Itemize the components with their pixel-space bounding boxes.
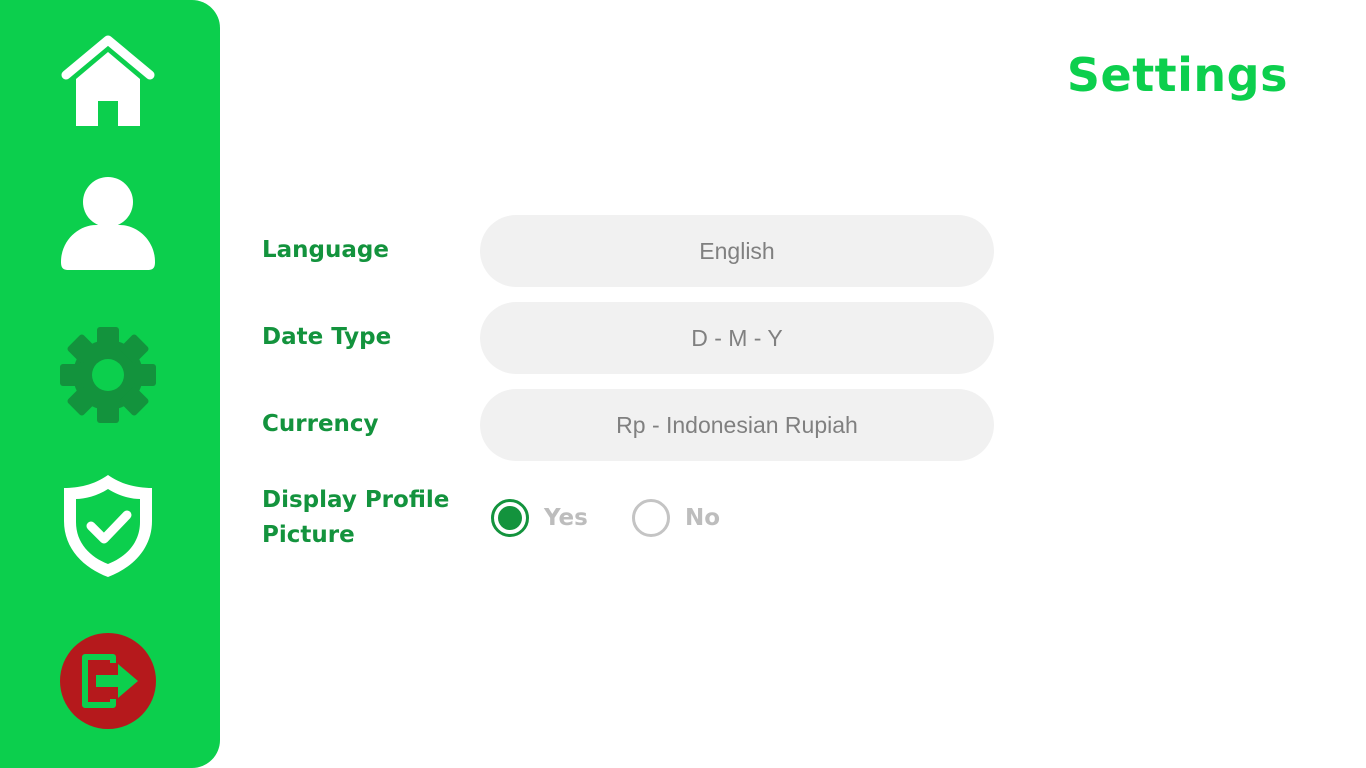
nav-profile-button[interactable] bbox=[58, 174, 158, 274]
nav-security-button[interactable] bbox=[58, 475, 158, 577]
display-profile-picture-label-line2: Picture bbox=[262, 522, 355, 548]
settings-page: Settings Language English Date Type D - … bbox=[0, 0, 1366, 768]
radio-yes-circle[interactable] bbox=[491, 499, 529, 537]
logout-icon bbox=[60, 633, 156, 729]
radio-selected-dot bbox=[498, 506, 522, 530]
radio-yes[interactable]: Yes bbox=[491, 496, 588, 540]
page-title: Settings bbox=[1066, 48, 1288, 102]
shield-check-icon bbox=[64, 475, 152, 577]
display-profile-picture-label-line1: Display Profile bbox=[262, 487, 450, 513]
date-type-label: Date Type bbox=[262, 324, 392, 350]
user-icon bbox=[61, 177, 155, 270]
date-type-select[interactable]: D - M - Y bbox=[480, 302, 994, 374]
radio-no[interactable]: No bbox=[632, 496, 720, 540]
display-profile-picture-label: Display Profile Picture bbox=[262, 483, 449, 553]
logout-button[interactable] bbox=[58, 631, 158, 731]
gear-icon bbox=[60, 327, 156, 423]
sidebar bbox=[0, 0, 220, 768]
nav-settings-button[interactable] bbox=[58, 325, 158, 425]
currency-label: Currency bbox=[262, 411, 379, 437]
currency-select[interactable]: Rp - Indonesian Rupiah bbox=[480, 389, 994, 461]
nav-home-button[interactable] bbox=[58, 33, 158, 133]
radio-no-circle[interactable] bbox=[632, 499, 670, 537]
language-select[interactable]: English bbox=[480, 215, 994, 287]
radio-no-label: No bbox=[685, 505, 721, 531]
language-label: Language bbox=[262, 237, 389, 263]
radio-yes-label: Yes bbox=[544, 505, 588, 531]
home-icon bbox=[61, 35, 155, 126]
